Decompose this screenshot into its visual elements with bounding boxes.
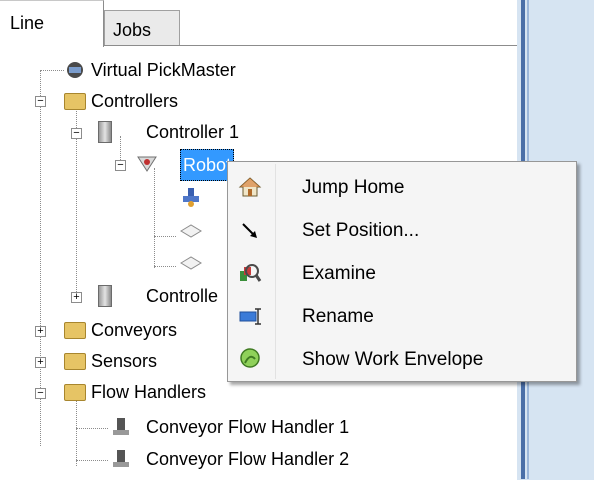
controller-cabinet-icon	[98, 121, 112, 143]
tree-connector	[76, 396, 77, 466]
tree-label: Virtual PickMaster	[91, 60, 236, 80]
controller-cabinet-icon	[98, 285, 112, 307]
folder-icon	[64, 93, 86, 110]
menu-item-show-work-envelope[interactable]: Show Work Envelope	[230, 338, 574, 380]
rename-icon	[238, 304, 262, 328]
expand-toggle[interactable]: +	[71, 292, 82, 303]
menu-item-label: Set Position...	[302, 220, 420, 241]
arrow-icon	[238, 218, 262, 242]
context-menu: Jump Home Set Position... Examine Rename…	[227, 161, 577, 382]
tree-label: Sensors	[91, 351, 158, 371]
menu-item-jump-home[interactable]: Jump Home	[230, 166, 574, 208]
menu-item-label: Show Work Envelope	[302, 349, 484, 370]
folder-icon	[64, 322, 86, 339]
tree-connector	[76, 460, 108, 461]
collapse-toggle[interactable]: −	[35, 96, 46, 107]
menu-item-label: Examine	[302, 263, 376, 284]
home-icon	[238, 175, 262, 199]
tab-line-label: Line	[10, 13, 45, 33]
tab-jobs[interactable]: Jobs	[104, 10, 180, 46]
menu-item-label: Jump Home	[302, 177, 405, 198]
folder-icon	[64, 384, 86, 401]
menu-item-examine[interactable]: Examine	[230, 252, 574, 294]
workarea-icon	[180, 220, 202, 242]
examine-icon	[238, 261, 262, 285]
tree-label: Conveyor Flow Handler 2	[146, 449, 350, 469]
tree-label: Conveyor Flow Handler 1	[146, 417, 350, 437]
flow-handler-icon	[110, 416, 132, 438]
collapse-toggle[interactable]: −	[115, 160, 126, 171]
collapse-toggle[interactable]: −	[35, 388, 46, 399]
tool-icon	[180, 186, 202, 208]
tab-jobs-label: Jobs	[113, 20, 152, 40]
tree-connector	[154, 168, 155, 268]
pickmaster-icon	[64, 59, 86, 81]
tree-label: Controlle	[146, 286, 219, 306]
flow-handler-icon	[110, 448, 132, 470]
tree-connector	[76, 428, 108, 429]
tree-connector	[154, 236, 176, 237]
menu-item-rename[interactable]: Rename	[230, 295, 574, 337]
tab-strip: Line Jobs	[0, 0, 517, 47]
menu-item-label: Rename	[302, 306, 374, 327]
collapse-toggle[interactable]: −	[71, 128, 82, 139]
expand-toggle[interactable]: +	[35, 357, 46, 368]
workarea-icon	[180, 252, 202, 274]
menu-item-set-position[interactable]: Set Position...	[230, 209, 574, 251]
robot-icon	[136, 153, 158, 175]
tab-line[interactable]: Line	[0, 0, 104, 47]
tree-label: Controller 1	[146, 122, 240, 142]
tree-label: Controllers	[91, 91, 179, 111]
work-envelope-icon	[238, 347, 262, 371]
tree-connector	[154, 266, 176, 267]
tree-label: Flow Handlers	[91, 382, 207, 402]
tree-connector	[40, 70, 64, 71]
tree-label: Robot	[180, 149, 235, 181]
expand-toggle[interactable]: +	[35, 326, 46, 337]
folder-icon	[64, 353, 86, 370]
tree-label: Conveyors	[91, 320, 178, 340]
